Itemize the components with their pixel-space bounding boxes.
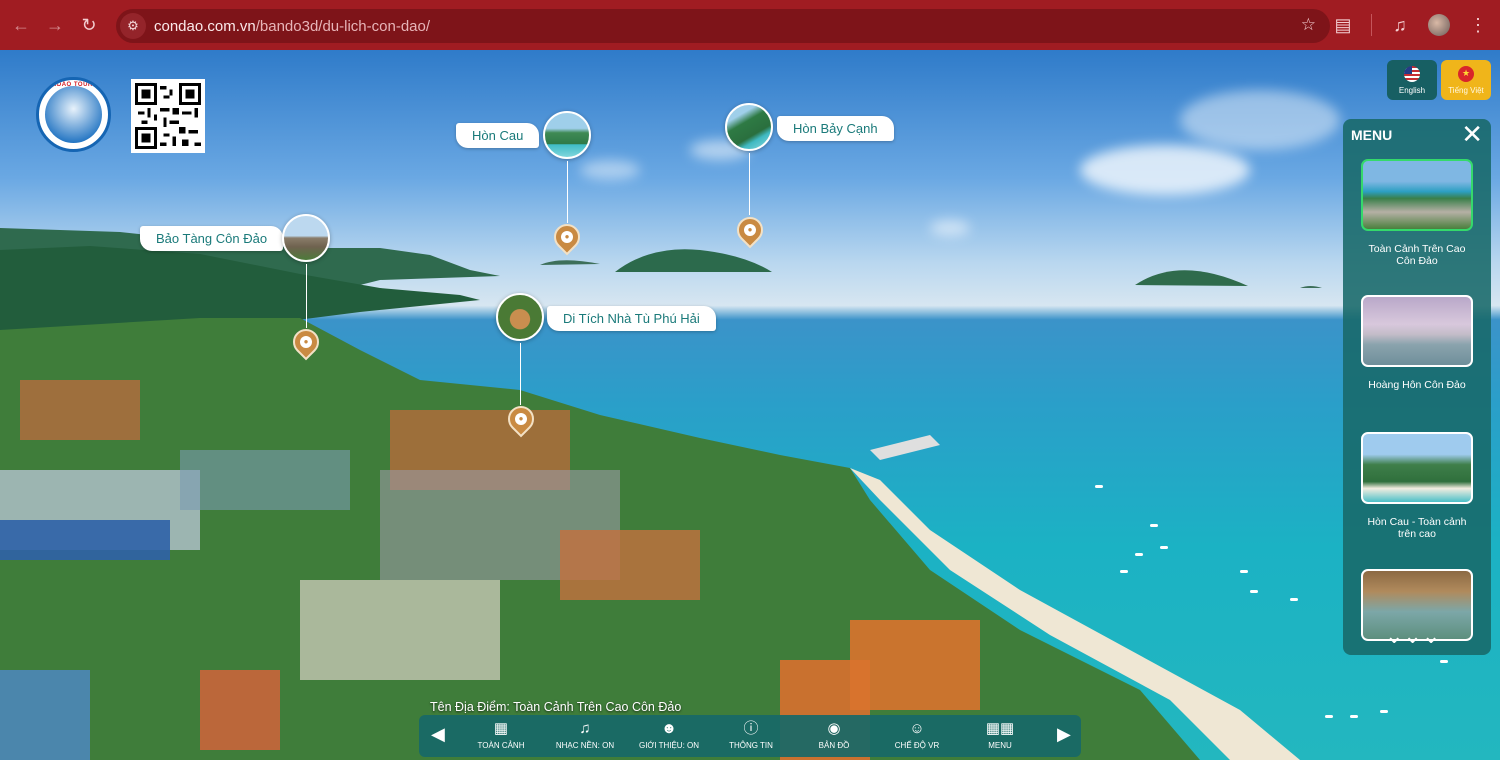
hotspot-line — [306, 264, 307, 328]
vietnam-flag-icon: ★ — [1458, 65, 1474, 82]
toolbar-toan-canh-button[interactable]: ▦ TOÀN CẢNH — [461, 719, 541, 750]
info-icon: ⓘ — [743, 720, 759, 737]
hotspot-line — [567, 161, 568, 223]
menu-item-hoang-hon[interactable]: Hoàng Hôn Côn Đảo — [1361, 295, 1473, 391]
condao-tourism-logo[interactable]: CONDAO TOURISM — [36, 77, 111, 152]
boat — [1120, 570, 1128, 573]
boat — [1160, 546, 1168, 549]
site-settings-icon[interactable]: ⚙ — [120, 13, 146, 39]
hotspot-label[interactable]: Hòn Bảy Cạnh — [777, 116, 894, 141]
english-language-button[interactable]: English — [1387, 60, 1437, 100]
hotspot-label[interactable]: Hòn Cau — [456, 123, 540, 148]
panorama-view[interactable]: CONDAO TOURISM English ★ Tiếng Việt Hòn … — [0, 50, 1500, 760]
address-bar[interactable]: ⚙ condao.com.vn/bando3d/du-lich-con-dao/… — [116, 9, 1330, 43]
toolbar-label: MENU — [988, 741, 1012, 750]
menu-item-toan-canh[interactable]: Toàn Cảnh Trên Cao Côn Đảo — [1361, 159, 1473, 267]
boat — [1250, 590, 1258, 593]
logo-emblem — [45, 86, 102, 143]
close-icon[interactable]: ✕ — [1461, 121, 1483, 147]
more-icon[interactable]: ⋮ — [1464, 8, 1492, 42]
vr-icon: ☺ — [909, 720, 925, 737]
place-name: Tên Địa Điểm: Toàn Cảnh Trên Cao Côn Đảo — [430, 700, 682, 714]
boat — [1380, 710, 1388, 713]
toolbar-map-button[interactable]: ◉ BẢN ĐỒ — [794, 719, 874, 750]
menu-caption: Hoàng Hôn Côn Đảo — [1368, 379, 1466, 391]
toolbar-vr-button[interactable]: ☺ CHẾ ĐỘ VR — [877, 719, 957, 750]
boat — [1095, 485, 1103, 488]
toolbar-music-button[interactable]: ♫ NHẠC NỀN: ON — [545, 719, 625, 750]
menu-title: MENU — [1351, 127, 1393, 143]
hotspot-thumbnail[interactable] — [282, 214, 330, 262]
hotspot-thumbnail[interactable] — [496, 293, 544, 341]
toolbar-menu-button[interactable]: ▦▦ MENU — [960, 719, 1040, 750]
chevron-down-icon[interactable]: ⌄⌄⌄ — [1385, 623, 1440, 649]
menu-panel: MENU ✕ Toàn Cảnh Trên Cao Côn Đảo Hoàng … — [1343, 119, 1491, 655]
toolbar-label: NHẠC NỀN: ON — [555, 741, 615, 750]
boat — [1325, 715, 1333, 718]
toolbar-label: THÔNG TIN — [729, 741, 773, 750]
menu-item-hon-cau[interactable]: Hòn Cau - Toàn cảnh trên cao — [1361, 432, 1473, 540]
extensions-icon[interactable]: ▤ — [1329, 8, 1357, 42]
divider — [1371, 14, 1372, 36]
hotspot-line — [749, 153, 750, 215]
grid-icon: ▦▦ — [985, 720, 1015, 737]
hotspot-label[interactable]: Bảo Tàng Côn Đảo — [140, 226, 284, 251]
menu-thumbnail[interactable] — [1361, 432, 1473, 504]
url-host: condao.com.vn — [154, 17, 256, 35]
toolbar-label: GIỚI THIỆU: ON — [638, 741, 700, 750]
toolbar-intro-button[interactable]: ☻ GIỚI THIỆU: ON — [629, 719, 709, 750]
island-landscape — [0, 228, 1322, 760]
url-path: /bando3d/du-lich-con-dao/ — [255, 17, 431, 35]
media-icon[interactable]: ♫ — [1386, 8, 1414, 42]
back-icon[interactable]: ← — [4, 8, 38, 42]
people-icon: ☻ — [661, 720, 677, 737]
hotspot-label[interactable]: Di Tích Nhà Tù Phú Hải — [547, 306, 716, 331]
boat — [1150, 524, 1158, 527]
toolbar-info-button[interactable]: ⓘ THÔNG TIN — [711, 719, 791, 750]
vietnamese-language-button[interactable]: ★ Tiếng Việt — [1441, 60, 1491, 100]
menu-thumbnail[interactable] — [1361, 159, 1473, 231]
menu-thumbnail[interactable] — [1361, 295, 1473, 367]
boat — [1290, 598, 1298, 601]
english-label: English — [1398, 85, 1426, 95]
chevron-left-icon[interactable]: ◀ — [431, 724, 445, 745]
star-icon[interactable]: ☆ — [1301, 15, 1316, 35]
boat — [1135, 553, 1143, 556]
bottom-toolbar: ◀ ▦ TOÀN CẢNH ♫ NHẠC NỀN: ON ☻ GIỚI THIỆ… — [419, 715, 1081, 757]
logo-text: CONDAO TOURISM — [42, 82, 105, 88]
menu-caption: Toàn Cảnh Trên Cao Côn Đảo — [1368, 243, 1466, 267]
toolbar-label: TOÀN CẢNH — [477, 741, 525, 750]
hotspot-line — [520, 343, 521, 405]
qr-code — [131, 79, 205, 153]
building-icon: ▦ — [493, 720, 509, 737]
us-flag-icon — [1404, 65, 1420, 82]
boat — [1440, 660, 1448, 663]
hotspot-thumbnail[interactable] — [543, 111, 591, 159]
menu-caption: Hòn Cau - Toàn cảnh trên cao — [1367, 516, 1467, 540]
toolbar-label: CHẾ ĐỘ VR — [894, 741, 940, 750]
reload-icon[interactable]: ↻ — [72, 8, 106, 42]
forward-icon[interactable]: → — [38, 8, 72, 42]
toolbar-label: BẢN ĐỒ — [818, 741, 850, 750]
hotspot-thumbnail[interactable] — [725, 103, 773, 151]
browser-toolbar: ← → ↻ ⚙ condao.com.vn/bando3d/du-lich-co… — [0, 0, 1500, 50]
music-icon: ♫ — [579, 720, 591, 737]
chevron-right-icon[interactable]: ▶ — [1057, 724, 1071, 745]
map-icon: ◉ — [827, 720, 841, 737]
boat — [1350, 715, 1358, 718]
vietnamese-label: Tiếng Việt — [1448, 85, 1484, 95]
url-text[interactable]: condao.com.vn/bando3d/du-lich-con-dao/ — [154, 18, 430, 35]
boat — [1240, 570, 1248, 573]
profile-avatar[interactable] — [1428, 14, 1450, 36]
